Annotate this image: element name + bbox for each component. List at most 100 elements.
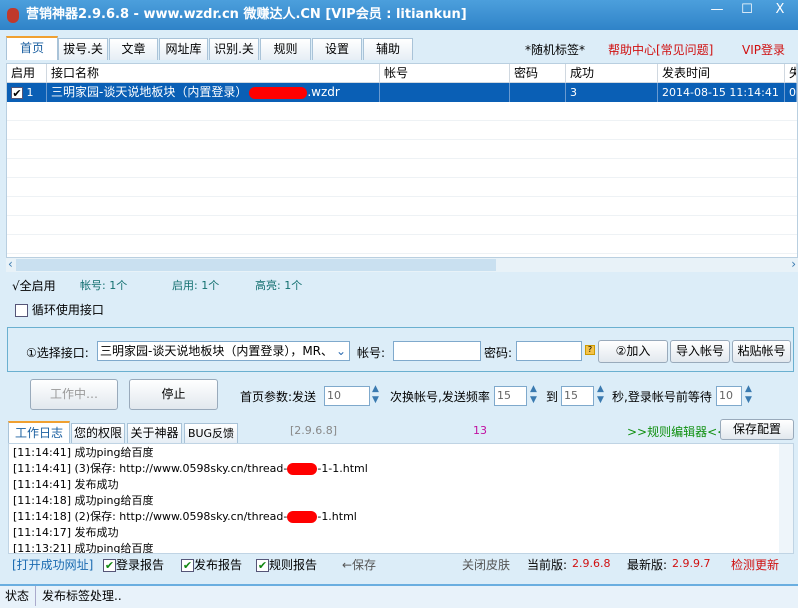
vip-login-link[interactable]: VIP登录 [742,41,785,58]
col-name[interactable]: 接口名称 [47,64,380,83]
working-button[interactable]: 工作中… [30,379,118,410]
rule-report-checkbox[interactable]: ✔ 规则报告 [256,556,317,573]
log-line: [11:14:41] (3)保存: http://www.0598sky.cn/… [13,461,789,477]
latest-version: 2.9.9.7 [672,557,711,570]
freq-to-input[interactable]: 15 [561,386,594,406]
horizontal-scrollbar[interactable]: ‹ › [6,257,798,272]
spinner-icon[interactable]: ▲ ▼ [530,384,537,406]
highlight-count: 高亮: 1个 [255,279,303,292]
tab-rules[interactable]: 规则 [260,38,311,60]
to-label: 到 [546,390,559,404]
work-log: [11:14:41] 成功ping给百度 [11:14:41] (3)保存: h… [8,443,794,554]
tab-work-log[interactable]: 工作日志 [8,421,70,443]
tab-about[interactable]: 关于神器 [127,423,182,443]
row-account [380,83,510,102]
save-config-button[interactable]: 保存配置 [720,419,794,440]
tab-recognize[interactable]: 识别.关 [209,38,259,60]
tab-assist[interactable]: 辅助 [363,38,413,60]
row-fail: 0 [785,83,797,102]
tab-article[interactable]: 文章 [109,38,158,60]
tab-permissions[interactable]: 您的权限 [71,423,125,443]
account-label: 帐号: [357,346,386,360]
latest-version-label: 最新版: [627,558,668,572]
spinner-icon[interactable]: ▲ ▼ [745,384,752,406]
rule-editor-link[interactable]: >>规则编辑器<< [627,423,727,440]
col-password[interactable]: 密码 [510,64,566,83]
close-skin-link[interactable]: 关闭皮肤 [462,556,510,573]
spinner-icon[interactable]: ▲ ▼ [597,384,604,406]
minimize-button[interactable]: — [703,0,731,20]
log-line: [11:13:21] 成功ping给百度 [13,542,154,554]
enabled-count: 启用: 1个 [172,279,220,292]
row-name: 三明家园-谈天说地板块（内置登录） [51,85,248,99]
interface-select[interactable]: 三明家园-谈天说地板块（内置登录），MR、 ⌄ [97,341,350,361]
col-account[interactable]: 帐号 [380,64,510,83]
open-success-url-link[interactable]: [打开成功网址] [12,556,93,573]
switch-label: 次换帐号,发送频率 [390,390,490,404]
enable-all-link[interactable]: √全启用 [12,277,56,294]
chevron-down-icon: ⌄ [335,344,346,358]
account-input[interactable] [393,341,481,361]
help-icon[interactable]: ? [585,345,595,355]
rule-report-label: 规则报告 [269,558,318,572]
publish-report-label: 发布报告 [194,558,243,572]
row-index: 1 [26,86,34,99]
login-report-label: 登录报告 [116,558,165,572]
tab-home[interactable]: 首页 [6,36,58,60]
import-accounts-button[interactable]: 导入帐号 [670,340,730,363]
col-fail[interactable]: 失 [785,64,797,83]
add-button[interactable]: ②加入 [598,340,668,363]
loop-interface-checkbox[interactable]: 循环使用接口 [15,301,104,318]
random-tag-link[interactable]: *随机标签* [525,41,585,58]
tab-dial[interactable]: 拔号.关 [58,38,108,60]
password-input[interactable] [516,341,582,361]
freq-from-input[interactable]: 15 [494,386,527,406]
col-time[interactable]: 发表时间 [658,64,785,83]
password-label: 密码: [484,346,513,360]
maximize-button[interactable]: ☐ [733,0,761,20]
interface-table: 启用 接口名称 帐号 密码 成功 发表时间 失 ✔ 1 三明家园-谈天说地板块（… [6,63,798,258]
col-success[interactable]: 成功 [566,64,658,83]
help-center-link[interactable]: 帮助中心[常见问题] [608,41,713,58]
tab-settings[interactable]: 设置 [312,38,362,60]
log-scrollbar[interactable] [779,444,793,553]
scrollbar-thumb[interactable] [16,259,496,271]
check-update-link[interactable]: 检测更新 [731,556,779,573]
log-line: [11:14:17] 发布成功 [13,526,119,539]
wait-input[interactable]: 10 [716,386,742,406]
table-row[interactable]: ✔ 1 三明家园-谈天说地板块（内置登录） .wzdr 3 2014-08-15 … [7,83,797,102]
wait-label: 秒,登录帐号前等待 [612,390,712,404]
stop-button[interactable]: 停止 [129,379,218,410]
redaction-mark [287,511,318,523]
enabled-checkbox[interactable]: ✔ [11,87,23,99]
scroll-right-icon[interactable]: › [791,257,796,271]
send-count-input[interactable]: 10 [324,386,370,406]
current-version-label: 当前版: [527,558,568,572]
save-link[interactable]: ←保存 [342,556,376,573]
tab-bug-report[interactable]: BUG反馈 [184,423,238,443]
checkbox[interactable]: ✔ [181,559,194,572]
close-button[interactable]: X [763,0,797,20]
count-value: 13 [473,424,487,437]
account-count: 帐号: 1个 [80,279,128,292]
paste-accounts-button[interactable]: 粘贴帐号 [732,340,791,363]
col-enabled[interactable]: 启用 [7,64,47,83]
log-line: [11:14:41] 成功ping给百度 [13,446,154,459]
checkbox[interactable]: ✔ [103,559,116,572]
checkbox[interactable]: ✔ [256,559,269,572]
login-report-checkbox[interactable]: ✔ 登录报告 [103,556,164,573]
spinner-icon[interactable]: ▲ ▼ [372,384,379,406]
checkbox[interactable] [15,304,28,317]
log-line: [11:14:41] 发布成功 [13,478,119,491]
log-text: [11:14:18] (2)保存: http://www.0598sky.cn/… [13,510,288,523]
redaction-mark [249,86,308,99]
scroll-left-icon[interactable]: ‹ [8,257,13,271]
version-tag: [2.9.6.8] [290,424,338,437]
title-bar: 营销神器2.9.6.8 - www.wzdr.cn 微赚达人.CN [VIP会员… [0,0,798,30]
status-label: 状态 [5,586,37,606]
log-text: -1-1.html [317,462,368,475]
select-value: 三明家园-谈天说地板块（内置登录），MR、 [100,344,334,358]
row-success: 3 [566,83,658,102]
tab-url-library[interactable]: 网址库 [159,38,208,60]
publish-report-checkbox[interactable]: ✔ 发布报告 [181,556,242,573]
